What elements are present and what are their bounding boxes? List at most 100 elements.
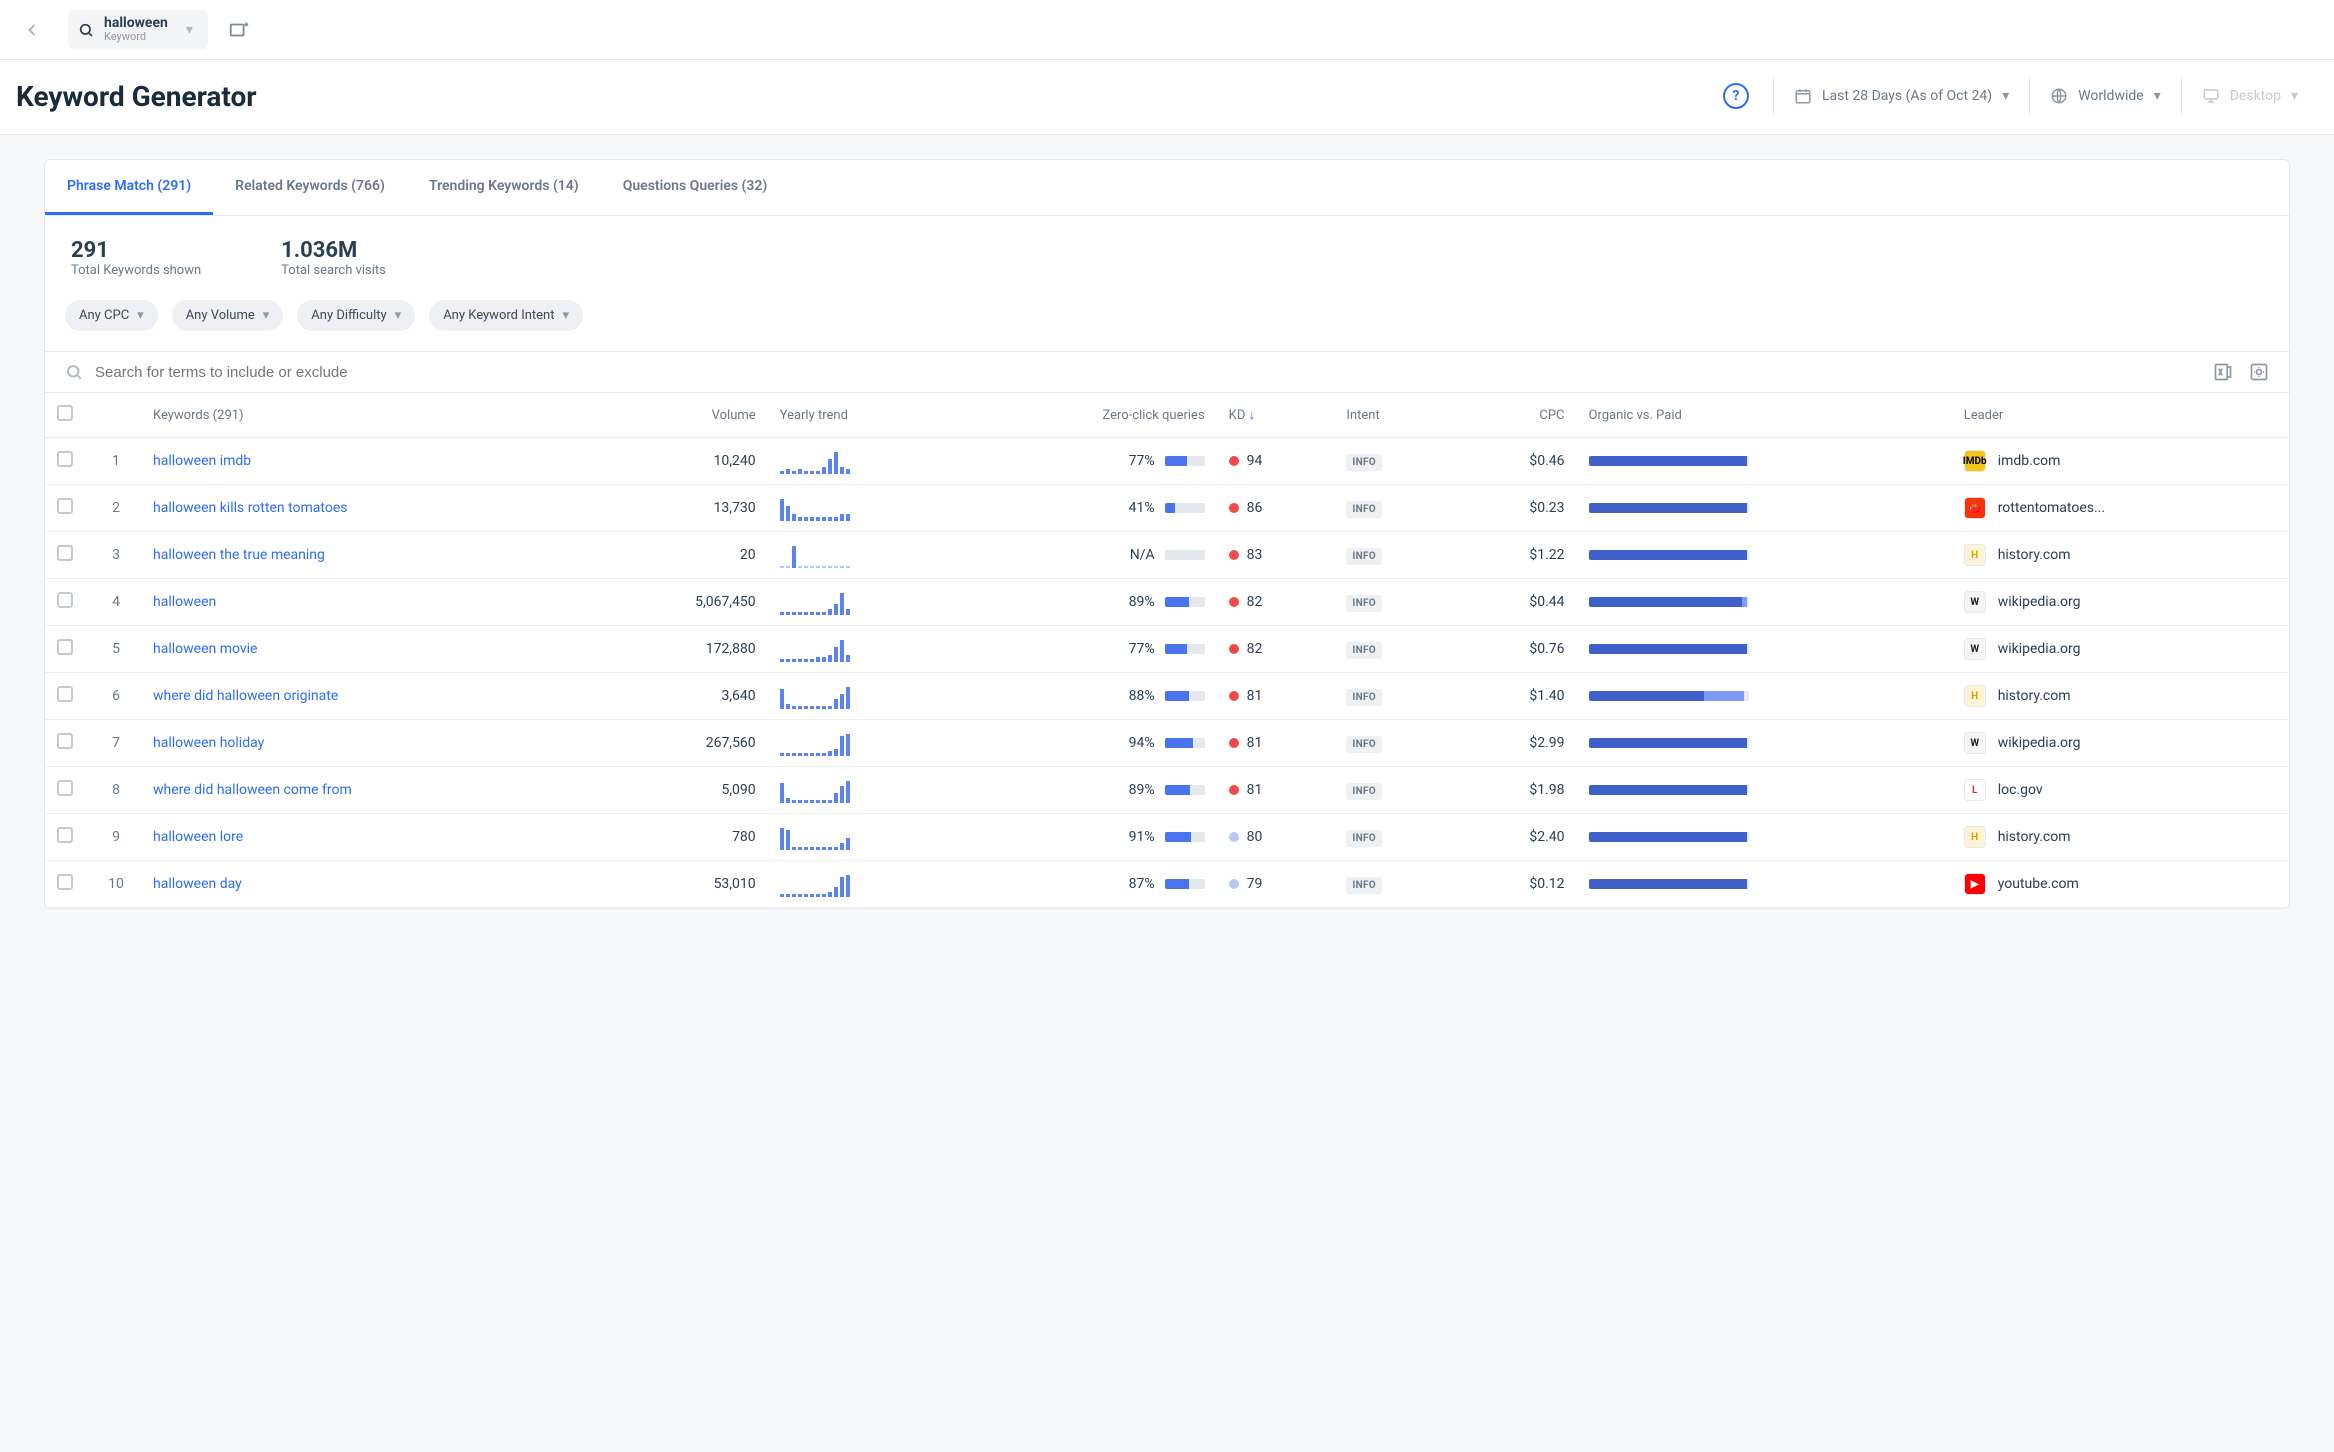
col-cpc[interactable]: CPC [1456, 393, 1577, 438]
keyword-link[interactable]: halloween the true meaning [153, 547, 325, 563]
cpc-value: $0.44 [1456, 579, 1577, 626]
volume-value: 20 [595, 532, 767, 579]
filter-label: Any Difficulty [311, 308, 386, 323]
leader-favicon: 🍅 [1964, 497, 1986, 519]
organic-paid-bar [1589, 597, 1749, 607]
leader-favicon: ▶ [1964, 873, 1986, 895]
tab[interactable]: Related Keywords (766) [213, 160, 407, 215]
kd-value: 81 [1247, 782, 1263, 798]
table-row: 10halloween day53,01087%79INFO$0.12▶yout… [45, 861, 2289, 908]
help-icon[interactable]: ? [1723, 83, 1749, 109]
region-label: Worldwide [2078, 88, 2143, 104]
intent-badge: INFO [1346, 454, 1382, 471]
leader-domain[interactable]: imdb.com [1998, 453, 2061, 469]
table-row: 4halloween5,067,45089%82INFO$0.44Wwikipe… [45, 579, 2289, 626]
device-label: Desktop [2230, 88, 2281, 104]
chevron-down-icon: ▾ [563, 308, 570, 323]
row-checkbox[interactable] [57, 733, 73, 749]
desktop-icon [2202, 87, 2220, 105]
region-selector[interactable]: Worldwide ▾ [2029, 76, 2181, 116]
leader-domain[interactable]: rottentomatoes... [1998, 500, 2105, 516]
device-selector[interactable]: Desktop ▾ [2181, 76, 2318, 116]
table-row: 5halloween movie172,88077%82INFO$0.76Wwi… [45, 626, 2289, 673]
back-button[interactable] [16, 14, 48, 46]
trend-sparkline [780, 871, 948, 897]
keyword-selector[interactable]: halloween Keyword ▾ [68, 10, 208, 49]
leader-domain[interactable]: wikipedia.org [1998, 735, 2081, 751]
cpc-value: $2.99 [1456, 720, 1577, 767]
row-checkbox[interactable] [57, 686, 73, 702]
leader-domain[interactable]: history.com [1998, 688, 2071, 704]
leader-favicon: H [1964, 544, 1986, 566]
kd-dot [1229, 550, 1239, 560]
filter-pill[interactable]: Any Keyword Intent▾ [429, 300, 583, 331]
kd-value: 79 [1247, 876, 1263, 892]
cpc-value: $2.40 [1456, 814, 1577, 861]
zero-click-bar [1165, 738, 1205, 748]
table-row: 2halloween kills rotten tomatoes13,73041… [45, 485, 2289, 532]
zero-click-value: 91% [1129, 829, 1155, 845]
cpc-value: $1.22 [1456, 532, 1577, 579]
tab[interactable]: Questions Queries (32) [601, 160, 790, 215]
leader-domain[interactable]: history.com [1998, 829, 2071, 845]
col-volume[interactable]: Volume [595, 393, 767, 438]
row-checkbox[interactable] [57, 545, 73, 561]
leader-domain[interactable]: wikipedia.org [1998, 594, 2081, 610]
leader-favicon: IMDb [1964, 450, 1986, 472]
intent-badge: INFO [1346, 642, 1382, 659]
compare-button[interactable] [228, 19, 250, 41]
tab[interactable]: Phrase Match (291) [45, 160, 213, 215]
keyword-link[interactable]: where did halloween come from [153, 782, 352, 798]
volume-value: 13,730 [595, 485, 767, 532]
row-checkbox[interactable] [57, 592, 73, 608]
col-keywords[interactable]: Keywords (291) [141, 393, 595, 438]
col-leader[interactable]: Leader [1952, 393, 2289, 438]
keyword-link[interactable]: halloween movie [153, 641, 257, 657]
leader-domain[interactable]: youtube.com [1998, 876, 2079, 892]
row-checkbox[interactable] [57, 827, 73, 843]
leader-domain[interactable]: loc.gov [1998, 782, 2043, 798]
table-settings-icon[interactable] [2249, 362, 2269, 382]
tab[interactable]: Trending Keywords (14) [407, 160, 601, 215]
kd-dot [1229, 738, 1239, 748]
row-checkbox[interactable] [57, 451, 73, 467]
leader-favicon: W [1964, 732, 1986, 754]
export-excel-icon[interactable] [2213, 362, 2233, 382]
row-index: 7 [91, 720, 141, 767]
row-checkbox[interactable] [57, 498, 73, 514]
filter-pill[interactable]: Any Volume▾ [172, 300, 284, 331]
table-search-input[interactable] [95, 364, 2201, 381]
keyword-link[interactable]: where did halloween originate [153, 688, 338, 704]
col-intent[interactable]: Intent [1334, 393, 1455, 438]
row-index: 9 [91, 814, 141, 861]
cpc-value: $1.98 [1456, 767, 1577, 814]
filter-pill[interactable]: Any CPC▾ [65, 300, 158, 331]
row-checkbox[interactable] [57, 639, 73, 655]
col-kd[interactable]: KD ↓ [1217, 393, 1335, 438]
filter-label: Any CPC [79, 308, 129, 323]
table-row: 6where did halloween originate3,64088%81… [45, 673, 2289, 720]
search-icon [78, 22, 94, 38]
leader-favicon: L [1964, 779, 1986, 801]
col-org[interactable]: Organic vs. Paid [1577, 393, 1952, 438]
col-trend[interactable]: Yearly trend [768, 393, 960, 438]
intent-badge: INFO [1346, 501, 1382, 518]
row-index: 2 [91, 485, 141, 532]
select-all-checkbox[interactable] [57, 405, 73, 421]
date-range-selector[interactable]: Last 28 Days (As of Oct 24) ▾ [1773, 76, 2029, 116]
leader-domain[interactable]: wikipedia.org [1998, 641, 2081, 657]
keyword-link[interactable]: halloween imdb [153, 453, 251, 469]
row-checkbox[interactable] [57, 780, 73, 796]
keyword-link[interactable]: halloween lore [153, 829, 243, 845]
keyword-link[interactable]: halloween day [153, 876, 242, 892]
zero-click-bar [1165, 879, 1205, 889]
leader-domain[interactable]: history.com [1998, 547, 2071, 563]
kd-dot [1229, 456, 1239, 466]
keyword-link[interactable]: halloween kills rotten tomatoes [153, 500, 347, 516]
keyword-link[interactable]: halloween [153, 594, 216, 610]
leader-favicon: H [1964, 826, 1986, 848]
col-zero[interactable]: Zero-click queries [959, 393, 1216, 438]
keyword-link[interactable]: halloween holiday [153, 735, 264, 751]
row-checkbox[interactable] [57, 874, 73, 890]
filter-pill[interactable]: Any Difficulty▾ [297, 300, 415, 331]
